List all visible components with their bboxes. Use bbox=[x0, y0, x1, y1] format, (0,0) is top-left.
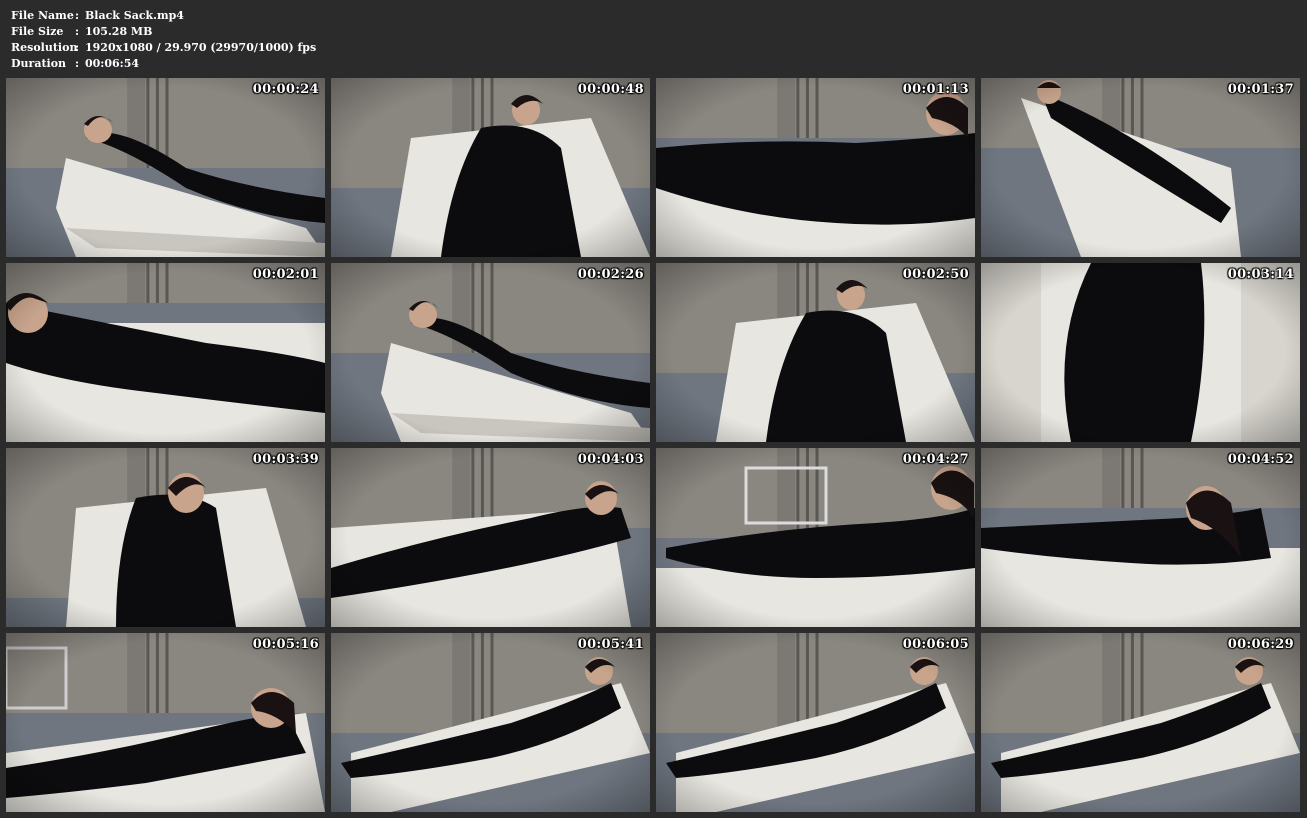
thumbnail-timestamp: 00:01:13 bbox=[902, 82, 969, 97]
thumbnail-timestamp: 00:05:16 bbox=[252, 637, 319, 652]
thumbnail-timestamp: 00:02:50 bbox=[902, 267, 969, 282]
file-name-label: File Name bbox=[11, 9, 74, 22]
resolution-label: Resolution bbox=[11, 41, 78, 54]
video-thumbnail: 00:04:27 bbox=[656, 448, 975, 627]
thumbnail-frame-image bbox=[331, 633, 650, 812]
thumbnail-frame-image bbox=[331, 78, 650, 257]
separator: : bbox=[75, 25, 80, 38]
file-size-label: File Size bbox=[11, 25, 64, 38]
thumbnail-frame-image bbox=[6, 263, 325, 442]
video-thumbnail: 00:01:13 bbox=[656, 78, 975, 257]
thumbnail-frame-image bbox=[981, 78, 1300, 257]
thumbnail-frame-image bbox=[656, 448, 975, 627]
thumbnail-timestamp: 00:06:29 bbox=[1227, 637, 1294, 652]
thumbnail-timestamp: 00:01:37 bbox=[1227, 82, 1294, 97]
video-thumbnail: 00:04:52 bbox=[981, 448, 1300, 627]
video-thumbnail: 00:04:03 bbox=[331, 448, 650, 627]
thumbnail-frame-image bbox=[656, 633, 975, 812]
thumbnail-frame-image bbox=[656, 263, 975, 442]
thumbnail-timestamp: 00:04:27 bbox=[902, 452, 969, 467]
thumbnail-timestamp: 00:04:52 bbox=[1227, 452, 1294, 467]
file-info: File Name : Black Sack.mp4 File Size : 1… bbox=[11, 8, 316, 72]
thumbnail-frame-image bbox=[6, 633, 325, 812]
file-name-value: Black Sack.mp4 bbox=[85, 9, 184, 22]
thumbnail-timestamp: 00:03:14 bbox=[1227, 267, 1294, 282]
video-thumbnail: 00:06:05 bbox=[656, 633, 975, 812]
file-size-value: 105.28 MB bbox=[85, 25, 153, 38]
video-thumbnail: 00:05:16 bbox=[6, 633, 325, 812]
video-thumbnail: 00:05:41 bbox=[331, 633, 650, 812]
thumbnail-timestamp: 00:00:24 bbox=[252, 82, 319, 97]
thumbnail-timestamp: 00:03:39 bbox=[252, 452, 319, 467]
thumbnail-timestamp: 00:06:05 bbox=[902, 637, 969, 652]
thumbnail-timestamp: 00:00:48 bbox=[577, 82, 644, 97]
thumbnail-frame-image bbox=[331, 263, 650, 442]
thumbnail-frame-image bbox=[981, 263, 1300, 442]
thumbnail-timestamp: 00:05:41 bbox=[577, 637, 644, 652]
duration-label: Duration bbox=[11, 57, 67, 70]
video-thumbnail: 00:02:26 bbox=[331, 263, 650, 442]
thumbnail-timestamp: 00:02:26 bbox=[577, 267, 644, 282]
separator: : bbox=[75, 57, 80, 70]
thumbnail-timestamp: 00:02:01 bbox=[252, 267, 319, 282]
video-thumbnail: 00:00:24 bbox=[6, 78, 325, 257]
thumbnail-frame-image bbox=[6, 78, 325, 257]
thumbnail-frame-image bbox=[981, 633, 1300, 812]
thumbnail-frame-image bbox=[6, 448, 325, 627]
video-thumbnail: 00:02:50 bbox=[656, 263, 975, 442]
video-thumbnail: 00:01:37 bbox=[981, 78, 1300, 257]
separator: : bbox=[75, 9, 80, 22]
video-thumbnail: 00:03:14 bbox=[981, 263, 1300, 442]
duration-value: 00:06:54 bbox=[85, 57, 140, 70]
video-thumbnail: 00:02:01 bbox=[6, 263, 325, 442]
resolution-row: Resolution : 1920x1080 / 29.970 (29970/1… bbox=[11, 40, 316, 56]
thumbnail-timestamp: 00:04:03 bbox=[577, 452, 644, 467]
thumbnail-grid: 00:00:24 00:00:48 00:01:13 00:01:37 00:0… bbox=[6, 78, 1301, 812]
thumbnail-frame-image bbox=[331, 448, 650, 627]
video-thumbnail: 00:03:39 bbox=[6, 448, 325, 627]
thumbnail-frame-image bbox=[656, 78, 975, 257]
video-thumbnail: 00:06:29 bbox=[981, 633, 1300, 812]
thumbnail-frame-image bbox=[981, 448, 1300, 627]
file-name-row: File Name : Black Sack.mp4 bbox=[11, 8, 316, 24]
duration-row: Duration : 00:06:54 bbox=[11, 56, 316, 72]
video-thumbnail: 00:00:48 bbox=[331, 78, 650, 257]
file-size-row: File Size : 105.28 MB bbox=[11, 24, 316, 40]
separator: : bbox=[75, 41, 80, 54]
resolution-value: 1920x1080 / 29.970 (29970/1000) fps bbox=[85, 41, 317, 54]
